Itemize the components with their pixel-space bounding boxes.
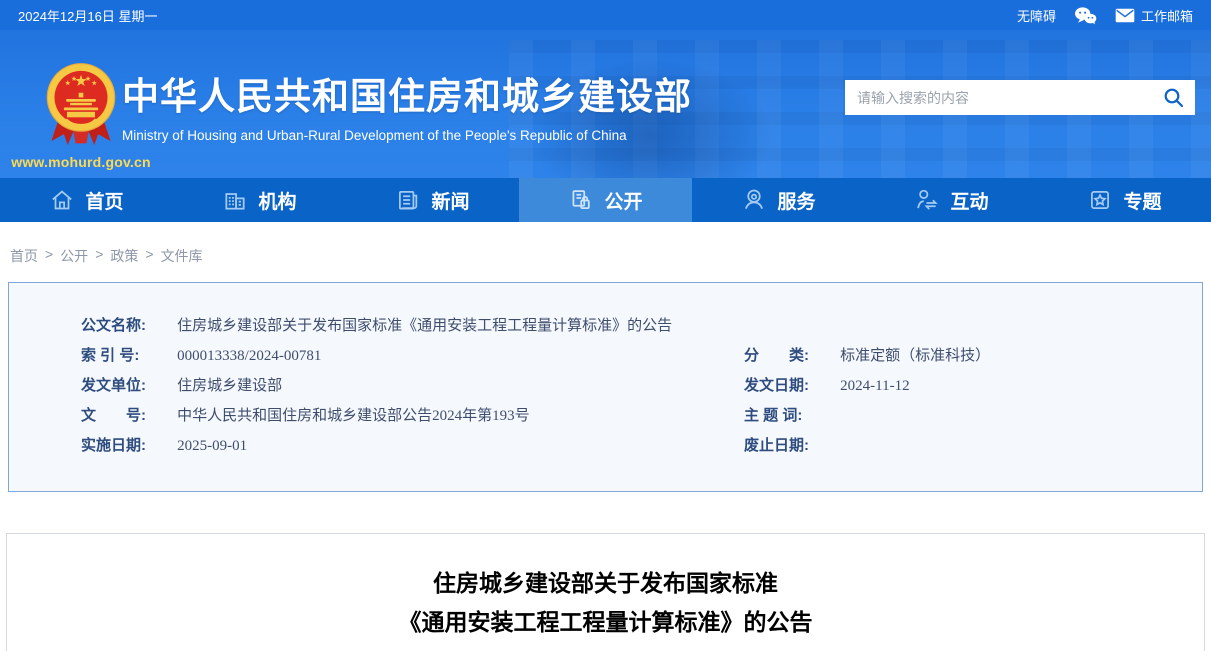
nav-label: 服务 xyxy=(777,187,815,214)
field-value: 标准定额（标准科技） xyxy=(840,348,990,364)
topbar-links: 无障碍 工作邮箱 xyxy=(1017,6,1193,25)
field-implementation-date: 实施日期: 2025-09-01 xyxy=(81,431,744,461)
field-repeal-date: 废止日期: xyxy=(744,431,1172,461)
accessibility-label: 无障碍 xyxy=(1017,6,1056,25)
disclosure-lock-icon xyxy=(568,187,594,213)
site-title: 中华人民共和国住房和城乡建设部 xyxy=(122,66,692,120)
field-doc-title: 公文名称: 住房城乡建设部关于发布国家标准《通用安装工程工程量计算标准》的公告 xyxy=(81,311,1172,341)
site-subtitle: Ministry of Housing and Urban-Rural Deve… xyxy=(122,128,692,143)
field-value: 住房城乡建设部关于发布国家标准《通用安装工程工程量计算标准》的公告 xyxy=(177,318,672,334)
news-icon xyxy=(395,187,421,213)
nav-label: 首页 xyxy=(85,187,123,214)
field-subject-words: 主 题 词: xyxy=(744,401,1172,431)
field-label: 发文单位: xyxy=(81,371,173,401)
field-label: 发文日期: xyxy=(744,371,836,401)
home-icon xyxy=(49,187,75,213)
work-mailbox-label: 工作邮箱 xyxy=(1141,6,1193,25)
field-label: 主 题 词: xyxy=(744,401,836,431)
nav-item-home[interactable]: 首页 xyxy=(0,178,173,222)
service-person-icon xyxy=(741,187,767,213)
field-issuing-unit: 发文单位: 住房城乡建设部 xyxy=(81,371,744,401)
nav-item-interaction[interactable]: 互动 xyxy=(865,178,1038,222)
info-left-column: 索 引 号: 000013338/2024-00781 发文单位: 住房城乡建设… xyxy=(81,341,744,461)
field-issue-date: 发文日期: 2024-11-12 xyxy=(744,371,1172,401)
current-date: 2024年12月16日 星期一 xyxy=(18,6,157,25)
breadcrumb-separator: > xyxy=(95,246,103,262)
breadcrumb-library[interactable]: 文件库 xyxy=(161,246,203,266)
article-panel: 住房城乡建设部关于发布国家标准 《通用安装工程工程量计算标准》的公告 xyxy=(6,533,1205,651)
interaction-arrows-icon xyxy=(914,187,940,213)
nav-label: 公开 xyxy=(604,187,642,214)
mail-icon xyxy=(1115,8,1135,23)
breadcrumb-disclosure[interactable]: 公开 xyxy=(60,246,88,266)
field-index-number: 索 引 号: 000013338/2024-00781 xyxy=(81,341,744,371)
breadcrumb-policy[interactable]: 政策 xyxy=(110,246,138,266)
field-label: 实施日期: xyxy=(81,431,173,461)
field-label: 索 引 号: xyxy=(81,341,173,371)
nav-label: 机构 xyxy=(258,187,296,214)
field-label: 文 号: xyxy=(81,401,173,431)
search-icon xyxy=(1163,87,1184,108)
breadcrumb-home[interactable]: 首页 xyxy=(10,246,38,266)
field-label: 废止日期: xyxy=(744,431,836,461)
breadcrumb-separator: > xyxy=(45,246,53,262)
breadcrumb: 首页 > 公开 > 政策 > 文件库 xyxy=(0,222,1211,282)
nav-label: 专题 xyxy=(1123,187,1161,214)
nav-label: 互动 xyxy=(950,187,988,214)
nav-item-organization[interactable]: 机构 xyxy=(173,178,346,222)
breadcrumb-separator: > xyxy=(145,246,153,262)
site-header: www.mohurd.gov.cn 中华人民共和国住房和城乡建设部 Minist… xyxy=(0,30,1211,178)
field-value: 2024-11-12 xyxy=(840,378,909,394)
work-mailbox-link[interactable]: 工作邮箱 xyxy=(1115,6,1193,25)
site-title-block: 中华人民共和国住房和城乡建设部 Ministry of Housing and … xyxy=(122,66,692,143)
article-title-line-1: 住房城乡建设部关于发布国家标准 xyxy=(7,564,1204,603)
document-info-panel: 公文名称: 住房城乡建设部关于发布国家标准《通用安装工程工程量计算标准》的公告 … xyxy=(8,282,1203,492)
field-value: 住房城乡建设部 xyxy=(177,378,282,394)
article-title-line-2: 《通用安装工程工程量计算标准》的公告 xyxy=(7,603,1204,642)
wechat-icon[interactable] xyxy=(1074,6,1097,25)
nav-item-services[interactable]: 服务 xyxy=(692,178,865,222)
organization-icon xyxy=(222,187,248,213)
accessibility-link[interactable]: 无障碍 xyxy=(1017,6,1056,25)
site-url: www.mohurd.gov.cn xyxy=(6,154,156,170)
field-value: 2025-09-01 xyxy=(177,438,247,454)
topics-star-icon xyxy=(1087,187,1113,213)
nav-item-news[interactable]: 新闻 xyxy=(346,178,519,222)
field-value: 中华人民共和国住房和城乡建设部公告2024年第193号 xyxy=(177,408,530,424)
field-doc-number: 文 号: 中华人民共和国住房和城乡建设部公告2024年第193号 xyxy=(81,401,744,431)
field-label: 公文名称: xyxy=(81,311,173,341)
field-category: 分 类: 标准定额（标准科技） xyxy=(744,341,1172,371)
main-navigation: 首页 机构 新闻 xyxy=(0,178,1211,222)
site-search xyxy=(845,80,1195,115)
nav-label: 新闻 xyxy=(431,187,469,214)
search-input[interactable] xyxy=(845,80,1151,115)
nav-item-disclosure[interactable]: 公开 xyxy=(519,178,692,222)
info-right-column: 分 类: 标准定额（标准科技） 发文日期: 2024-11-12 主 题 词: … xyxy=(744,341,1172,461)
info-grid: 索 引 号: 000013338/2024-00781 发文单位: 住房城乡建设… xyxy=(81,341,1172,461)
search-button[interactable] xyxy=(1151,80,1195,115)
field-value: 000013338/2024-00781 xyxy=(177,348,321,364)
nav-item-topics[interactable]: 专题 xyxy=(1038,178,1211,222)
top-utility-bar: 2024年12月16日 星期一 无障碍 xyxy=(0,0,1211,30)
field-label: 分 类: xyxy=(744,341,836,371)
